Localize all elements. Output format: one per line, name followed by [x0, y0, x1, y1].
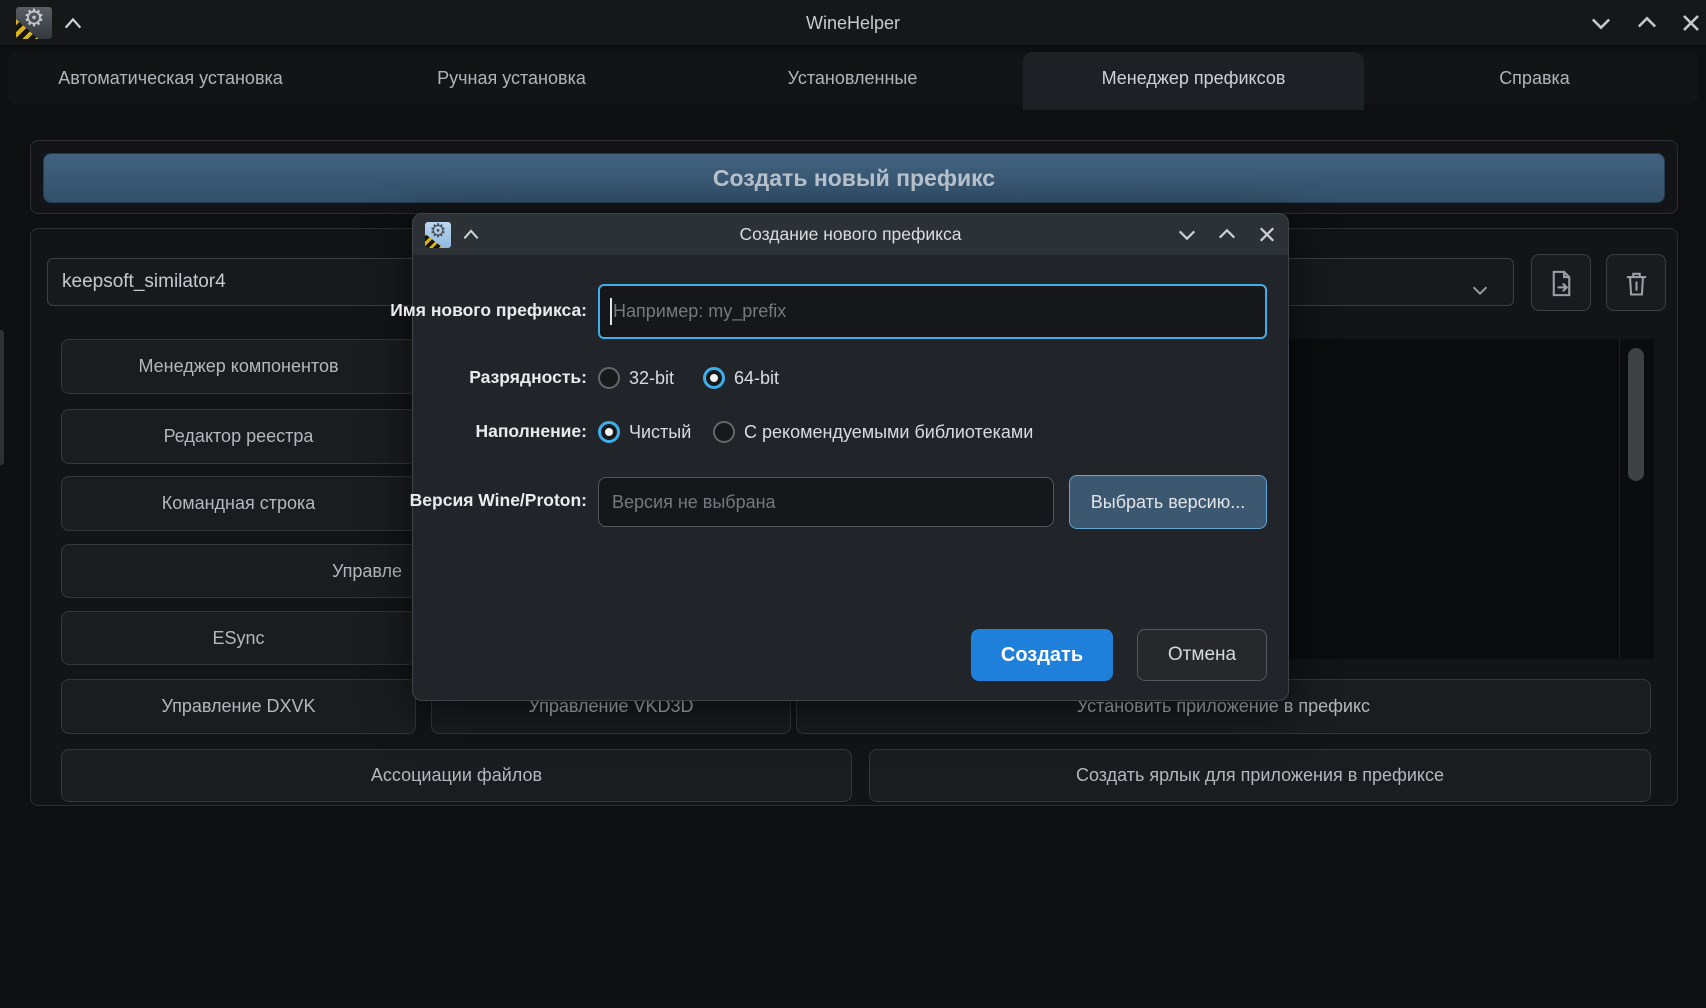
- create-prefix-section: Создать новый префикс: [30, 140, 1678, 214]
- dialog-maximize-button[interactable]: [1213, 222, 1241, 247]
- chevron-up-icon: [1213, 222, 1241, 247]
- wine-version-input[interactable]: [598, 477, 1054, 527]
- main-titlebar: ⚙ WineHelper: [0, 0, 1706, 46]
- dialog-title: Создание нового префикса: [413, 214, 1288, 255]
- esync-button[interactable]: ESync: [61, 611, 416, 665]
- prefix-name-label: Имя нового префикса:: [390, 300, 587, 321]
- text-caret: [610, 298, 612, 325]
- components-manager-button[interactable]: Менеджер компонентов: [61, 339, 416, 394]
- tab-manual-install[interactable]: Ручная установка: [341, 52, 682, 104]
- document-export-icon: [1546, 268, 1577, 299]
- scrollbar-thumb[interactable]: [1628, 348, 1644, 481]
- minimize-button[interactable]: [1586, 9, 1616, 37]
- trash-icon: [1621, 268, 1652, 299]
- chevron-down-icon: [1173, 222, 1201, 247]
- create-button[interactable]: Создать: [971, 629, 1113, 681]
- maximize-button[interactable]: [1632, 9, 1662, 37]
- prefix-name-input[interactable]: [598, 284, 1267, 339]
- dialog-close-button[interactable]: [1253, 222, 1281, 247]
- dialog-titlebar: ⚙ Создание нового префикса: [413, 214, 1288, 255]
- bitness-label: Разрядность:: [469, 367, 587, 388]
- chevron-down-icon: [1469, 273, 1491, 293]
- close-icon: [1676, 9, 1706, 37]
- dxvk-manage-button[interactable]: Управление DXVK: [61, 679, 416, 734]
- scrollbar-track: [1619, 339, 1620, 659]
- create-new-prefix-button[interactable]: Создать новый префикс: [43, 153, 1665, 203]
- radio-32bit-label[interactable]: 32-bit: [629, 368, 674, 389]
- chevron-down-icon: [1586, 9, 1616, 37]
- tab-prefix-manager[interactable]: Менеджер префиксов: [1023, 52, 1364, 110]
- create-prefix-dialog: ⚙ Создание нового префикса Имя нового пр…: [412, 213, 1289, 701]
- radio-recommended-libs-label[interactable]: С рекомендуемыми библиотеками: [744, 422, 1033, 443]
- command-line-button[interactable]: Командная строка: [61, 476, 416, 531]
- manage-partial-label: Управле: [332, 545, 402, 597]
- tab-installed[interactable]: Установленные: [682, 52, 1023, 104]
- radio-clean[interactable]: [598, 421, 620, 443]
- window-title: WineHelper: [0, 0, 1706, 46]
- registry-editor-button[interactable]: Редактор реестра: [61, 409, 416, 464]
- radio-clean-label[interactable]: Чистый: [629, 422, 691, 443]
- close-button[interactable]: [1676, 9, 1706, 37]
- fill-label: Наполнение:: [475, 421, 587, 442]
- create-shortcut-button[interactable]: Создать ярлык для приложения в префиксе: [869, 749, 1651, 802]
- tab-help[interactable]: Справка: [1364, 52, 1705, 104]
- screen-edge-artifact: [0, 330, 4, 465]
- file-associations-button[interactable]: Ассоциации файлов: [61, 749, 852, 802]
- radio-64bit-label[interactable]: 64-bit: [734, 368, 779, 389]
- wine-version-label: Версия Wine/Proton:: [410, 490, 587, 511]
- choose-version-button[interactable]: Выбрать версию...: [1069, 475, 1267, 529]
- dialog-minimize-button[interactable]: [1173, 222, 1201, 247]
- prefix-combo-value: keepsoft_similator4: [62, 271, 226, 292]
- radio-64bit[interactable]: [703, 367, 725, 389]
- cancel-button[interactable]: Отмена: [1137, 629, 1267, 681]
- winehelper-window: ⚙ WineHelper Автоматическая установка Ру…: [0, 0, 1706, 1008]
- radio-32bit[interactable]: [598, 367, 620, 389]
- open-prefix-folder-button[interactable]: [1531, 254, 1591, 311]
- close-icon: [1253, 222, 1281, 247]
- tab-auto-install[interactable]: Автоматическая установка: [0, 52, 341, 104]
- delete-prefix-button[interactable]: [1606, 254, 1666, 311]
- radio-recommended-libs[interactable]: [713, 421, 735, 443]
- chevron-up-icon: [1632, 9, 1662, 37]
